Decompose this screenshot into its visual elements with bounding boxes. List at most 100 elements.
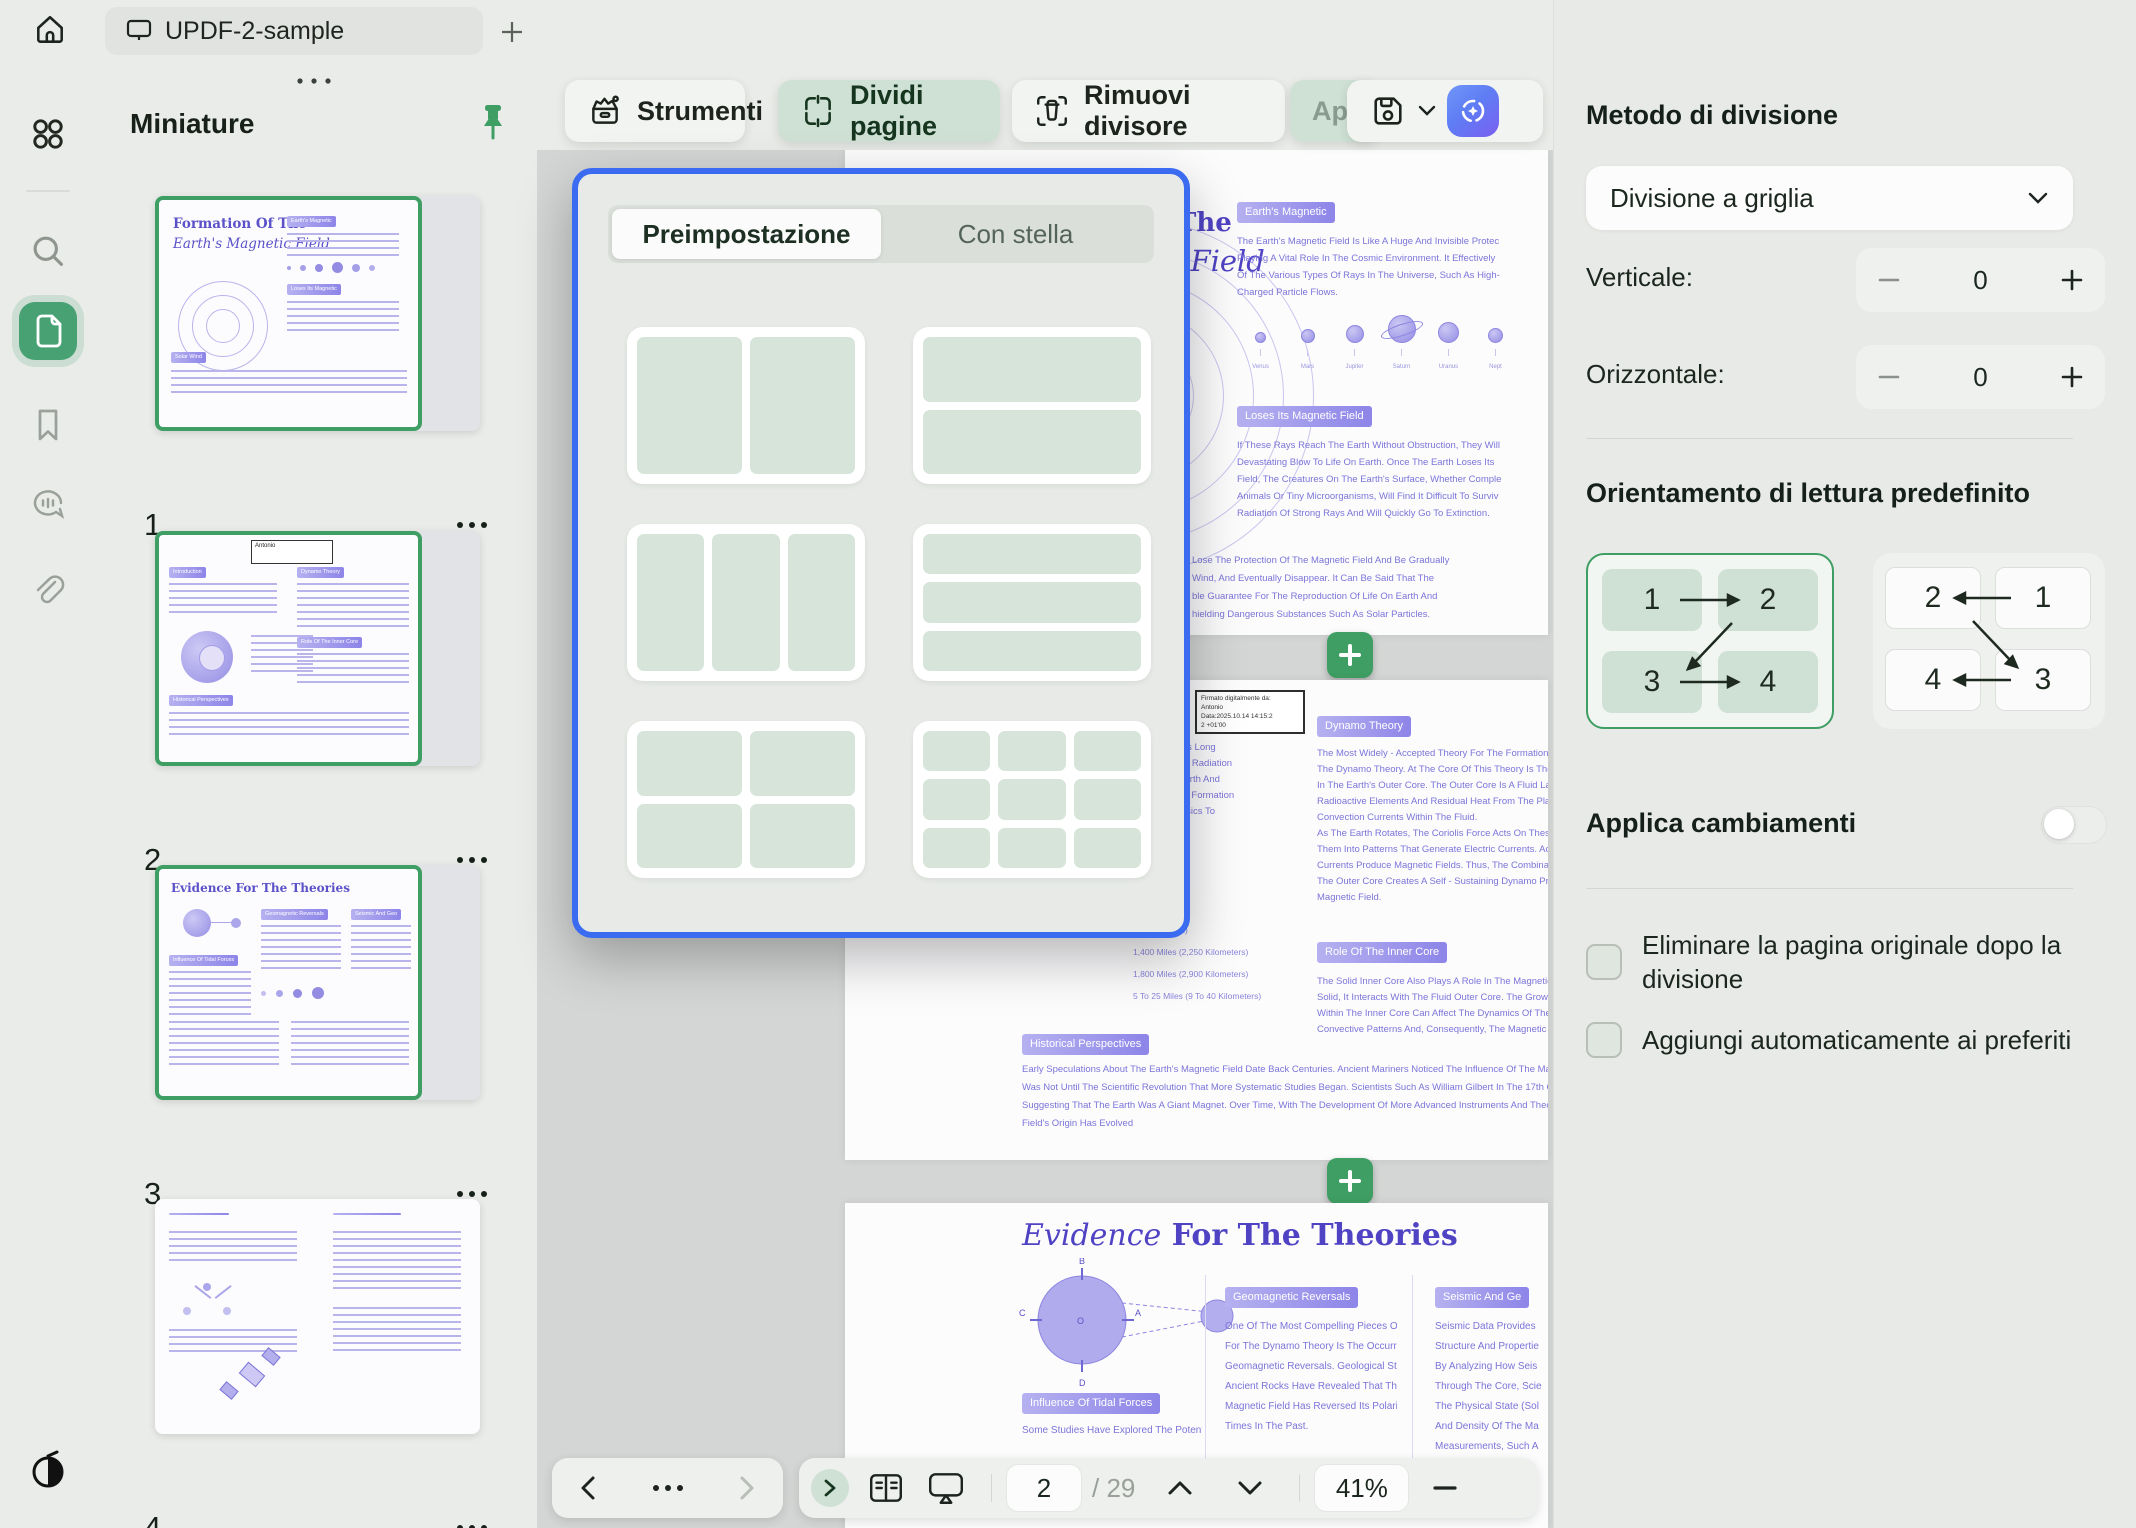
apply-changes-toggle[interactable] — [2041, 806, 2107, 844]
page1-paragraph1: The Earth's Magnetic Field Is Like A Hug… — [1237, 236, 1547, 304]
more-pages-button[interactable] — [650, 1483, 686, 1493]
delete-original-checkbox[interactable] — [1586, 944, 1622, 980]
document-tab[interactable]: UPDF-2-sample — [105, 7, 483, 55]
orientation-arrows — [1588, 555, 1832, 727]
home-button[interactable] — [30, 10, 70, 50]
split-pages-button[interactable]: Dividi pagine — [778, 80, 1000, 142]
prev-page-button[interactable] — [578, 1475, 598, 1501]
horizontal-value[interactable]: 0 — [1973, 362, 1987, 393]
thumb4-more-button[interactable] — [454, 1523, 490, 1528]
thumb1-badge2: Loses Its Magnetic — [287, 284, 341, 295]
two-page-view-button[interactable] — [857, 1471, 915, 1505]
ai-assistant-button[interactable] — [1447, 85, 1499, 137]
thumb4-number: 4 — [144, 1510, 161, 1528]
left-icon-rail — [0, 62, 96, 1528]
add-favorites-checkbox[interactable] — [1586, 1022, 1622, 1058]
presentation-button[interactable] — [915, 1470, 977, 1506]
apply-label-clipped: Ap — [1312, 96, 1348, 127]
new-tab-button[interactable] — [496, 16, 528, 48]
thumb4-badge — [169, 1213, 229, 1215]
orientation-title: Orientamento di lettura predefinito — [1586, 478, 2030, 509]
apply-changes-label: Applica cambiamenti — [1586, 808, 1856, 839]
page1-planets-row: VenusMarsJupiterSaturnUranusNept — [1237, 315, 1519, 370]
save-options-button[interactable] — [1417, 104, 1437, 118]
thumb1-more-button[interactable] — [454, 520, 490, 530]
thumbnail-page-3[interactable]: Evidence For The Theories Influence Of T… — [155, 865, 480, 1100]
page2-paragraph1: The Most Widely - Accepted Theory For Th… — [1317, 748, 1548, 908]
thumb2-more-button[interactable] — [454, 855, 490, 865]
page2-signature-stamp: Firmato digitalmente da:AntonioData:2025… — [1195, 690, 1305, 734]
preset-2-rows[interactable] — [913, 327, 1151, 484]
updf-logo — [19, 1442, 77, 1500]
horizontal-plus-button[interactable] — [2061, 366, 2083, 388]
controls-divider — [991, 1474, 992, 1502]
expand-controls-button[interactable] — [811, 1469, 849, 1507]
panel-divider-1 — [1586, 438, 2073, 439]
page3-badge1: Influence Of Tidal Forces — [1022, 1393, 1160, 1414]
delete-original-row: Eliminare la pagina originale dopo la di… — [1586, 928, 2086, 996]
preset-2x2-grid[interactable] — [627, 721, 865, 878]
preset-3-columns[interactable] — [627, 524, 865, 681]
thumb2-badge3: Role Of The Inner Core — [297, 637, 362, 648]
vertical-minus-button[interactable] — [1878, 277, 1900, 283]
tab-starred[interactable]: Con stella — [881, 209, 1150, 259]
add-divider-button-1[interactable] — [1327, 632, 1373, 678]
page2-bottom-lines: Early Speculations About The Earth's Mag… — [1022, 1064, 1548, 1136]
vertical-plus-button[interactable] — [2061, 269, 2083, 291]
grid-icon — [29, 115, 67, 153]
remove-divider-label: Rimuovi divisore — [1084, 80, 1263, 142]
apps-grid-button[interactable] — [19, 105, 77, 163]
zoom-level-field[interactable]: 41% — [1314, 1464, 1409, 1512]
bookmarks-button[interactable] — [19, 396, 77, 454]
attachments-button[interactable] — [19, 562, 77, 620]
add-favorites-label: Aggiungi automaticamente ai preferiti — [1642, 1023, 2082, 1057]
tab-preset[interactable]: Preimpostazione — [612, 209, 881, 259]
page-number-field[interactable]: 2 — [1006, 1464, 1082, 1512]
split-pages-icon — [800, 93, 836, 129]
next-page-button[interactable] — [737, 1475, 757, 1501]
bookmark-icon — [31, 406, 65, 444]
preset-3x3-grid[interactable] — [913, 721, 1151, 878]
page1-paragraph2: If These Rays Reach The Earth Without Ob… — [1237, 440, 1547, 525]
pin-icon[interactable] — [476, 102, 510, 146]
svg-text:D: D — [1079, 1378, 1086, 1388]
division-method-select[interactable]: Divisione a griglia — [1586, 166, 2073, 230]
page3-title-italic: Evidence — [1022, 1218, 1161, 1253]
split-preset-popup: Preimpostazione Con stella — [572, 168, 1190, 938]
tools-button[interactable]: Strumenti — [565, 80, 745, 142]
page2-measurements: 00 Kilometers)1,400 Miles (2,250 Kilomet… — [1133, 925, 1308, 1013]
search-button[interactable] — [19, 222, 77, 280]
page3-tidal-diagram: BDCAO — [1017, 1258, 1247, 1388]
thumb3-title: Evidence For The Theories — [171, 881, 350, 895]
save-button[interactable] — [1369, 92, 1407, 130]
thumbnails-panel-button[interactable] — [19, 302, 77, 360]
panel-drag-handle[interactable] — [292, 76, 344, 86]
thumbnail-page-1[interactable]: Formation Of The Earth's Magnetic Field … — [155, 196, 480, 431]
thumb3-more-button[interactable] — [454, 1189, 490, 1199]
page1-badge1: Earth's Magnetic — [1237, 202, 1335, 223]
remove-divider-button[interactable]: Rimuovi divisore — [1012, 80, 1285, 142]
page-down-button[interactable] — [1215, 1479, 1285, 1497]
comments-button[interactable] — [19, 478, 77, 536]
svg-text:A: A — [1135, 1308, 1141, 1318]
preset-2-columns[interactable] — [627, 327, 865, 484]
vertical-value[interactable]: 0 — [1973, 265, 1987, 296]
split-region-highlight: Antonio Introduction Dynamo Theory Role … — [155, 531, 422, 766]
orientation-option-ltr[interactable]: 1 2 3 4 — [1586, 553, 1834, 729]
page-total-label: / 29 — [1092, 1473, 1135, 1504]
svg-text:C: C — [1019, 1308, 1026, 1318]
horizontal-minus-button[interactable] — [1878, 374, 1900, 380]
add-divider-button-2[interactable] — [1327, 1158, 1373, 1204]
orientation-option-rtl[interactable]: 2 1 4 3 — [1873, 553, 2105, 729]
thumb2-badge2: Dynamo Theory — [297, 567, 344, 578]
page2-badge3: Historical Perspectives — [1022, 1034, 1149, 1055]
thumbnail-page-4[interactable] — [155, 1199, 480, 1434]
preset-3-rows[interactable] — [913, 524, 1151, 681]
zoom-out-button[interactable] — [1409, 1484, 1481, 1492]
thumb2-badge4: Historical Perspectives — [169, 695, 233, 706]
chevron-down-icon — [2027, 191, 2049, 205]
monitor-icon — [125, 18, 153, 44]
thumbnails-panel: Miniature Formation Of The Earth's Magne… — [96, 62, 537, 1528]
thumbnail-page-2[interactable]: Antonio Introduction Dynamo Theory Role … — [155, 531, 480, 766]
page-up-button[interactable] — [1145, 1479, 1215, 1497]
